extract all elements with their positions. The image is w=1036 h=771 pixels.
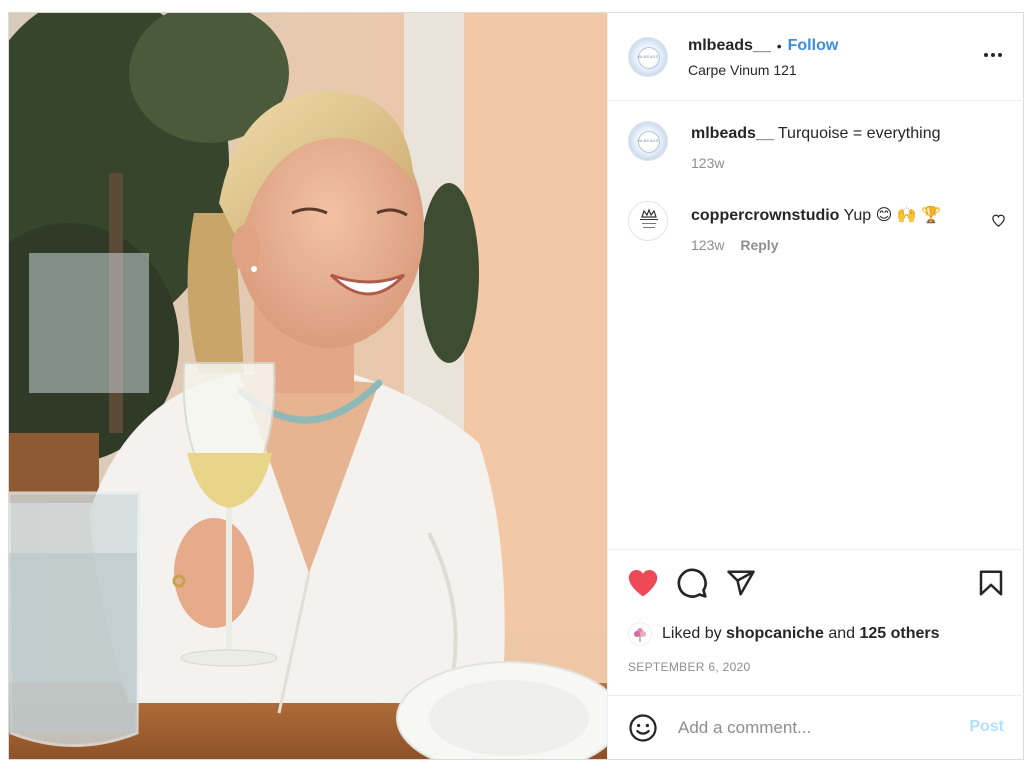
- likes-prefix: Liked by: [662, 625, 722, 642]
- comment-text: Yup 😊 🙌 🏆: [843, 207, 942, 224]
- post-comment-button[interactable]: Post: [969, 718, 1004, 736]
- follow-button[interactable]: Follow: [788, 37, 839, 55]
- liker-username[interactable]: shopcaniche: [726, 625, 824, 643]
- liker-avatar[interactable]: [628, 622, 652, 646]
- commenter-username[interactable]: coppercrownstudio: [691, 207, 839, 224]
- likes-summary: Liked by shopcaniche and 125 others: [628, 622, 940, 646]
- more-icon[interactable]: [984, 53, 1002, 57]
- comment-like-heart-icon[interactable]: [991, 213, 1006, 228]
- separator-dot: •: [776, 38, 782, 54]
- post-date[interactable]: SEPTEMBER 6, 2020: [628, 660, 751, 674]
- action-bar: Liked by shopcaniche and 125 others SEPT…: [608, 549, 1024, 695]
- emoji-icon[interactable]: [628, 713, 658, 743]
- flower-icon: [634, 628, 646, 642]
- avatar-logo-text: MLBEADS: [637, 54, 659, 59]
- bookmark-icon[interactable]: [976, 567, 1006, 599]
- crown-icon: [640, 208, 658, 228]
- caption-age[interactable]: 123w: [691, 155, 1011, 171]
- post-location[interactable]: Carpe Vinum 121: [688, 62, 797, 78]
- commenter-avatar[interactable]: [628, 201, 668, 241]
- caption-text: Turquoise = everything: [777, 125, 941, 142]
- comment-age[interactable]: 123w: [691, 237, 724, 253]
- caption-username[interactable]: mlbeads__: [691, 125, 774, 142]
- likes-joiner: and: [828, 625, 856, 642]
- header-title-row: mlbeads__ • Follow: [688, 37, 838, 55]
- post-photo[interactable]: [9, 13, 607, 759]
- post-sidebar: MLBEADS mlbeads__ • Follow Carpe Vinum 1…: [607, 13, 1024, 759]
- post-header: MLBEADS mlbeads__ • Follow Carpe Vinum 1…: [608, 13, 1024, 101]
- caption-avatar[interactable]: MLBEADS: [628, 121, 668, 161]
- reply-button[interactable]: Reply: [740, 237, 778, 253]
- likes-others-link[interactable]: 125 others: [859, 625, 939, 643]
- author-username[interactable]: mlbeads__: [688, 37, 771, 55]
- add-comment-bar: Add a comment... Post: [608, 695, 1024, 759]
- comment-icon[interactable]: [676, 567, 708, 599]
- post-modal: MLBEADS mlbeads__ • Follow Carpe Vinum 1…: [8, 12, 1024, 760]
- share-icon[interactable]: [726, 568, 756, 598]
- heart-filled-icon[interactable]: [626, 566, 660, 600]
- comment-input[interactable]: Add a comment...: [678, 718, 811, 738]
- avatar-logo-text: MLBEADS: [637, 138, 659, 143]
- author-avatar[interactable]: MLBEADS: [628, 37, 668, 77]
